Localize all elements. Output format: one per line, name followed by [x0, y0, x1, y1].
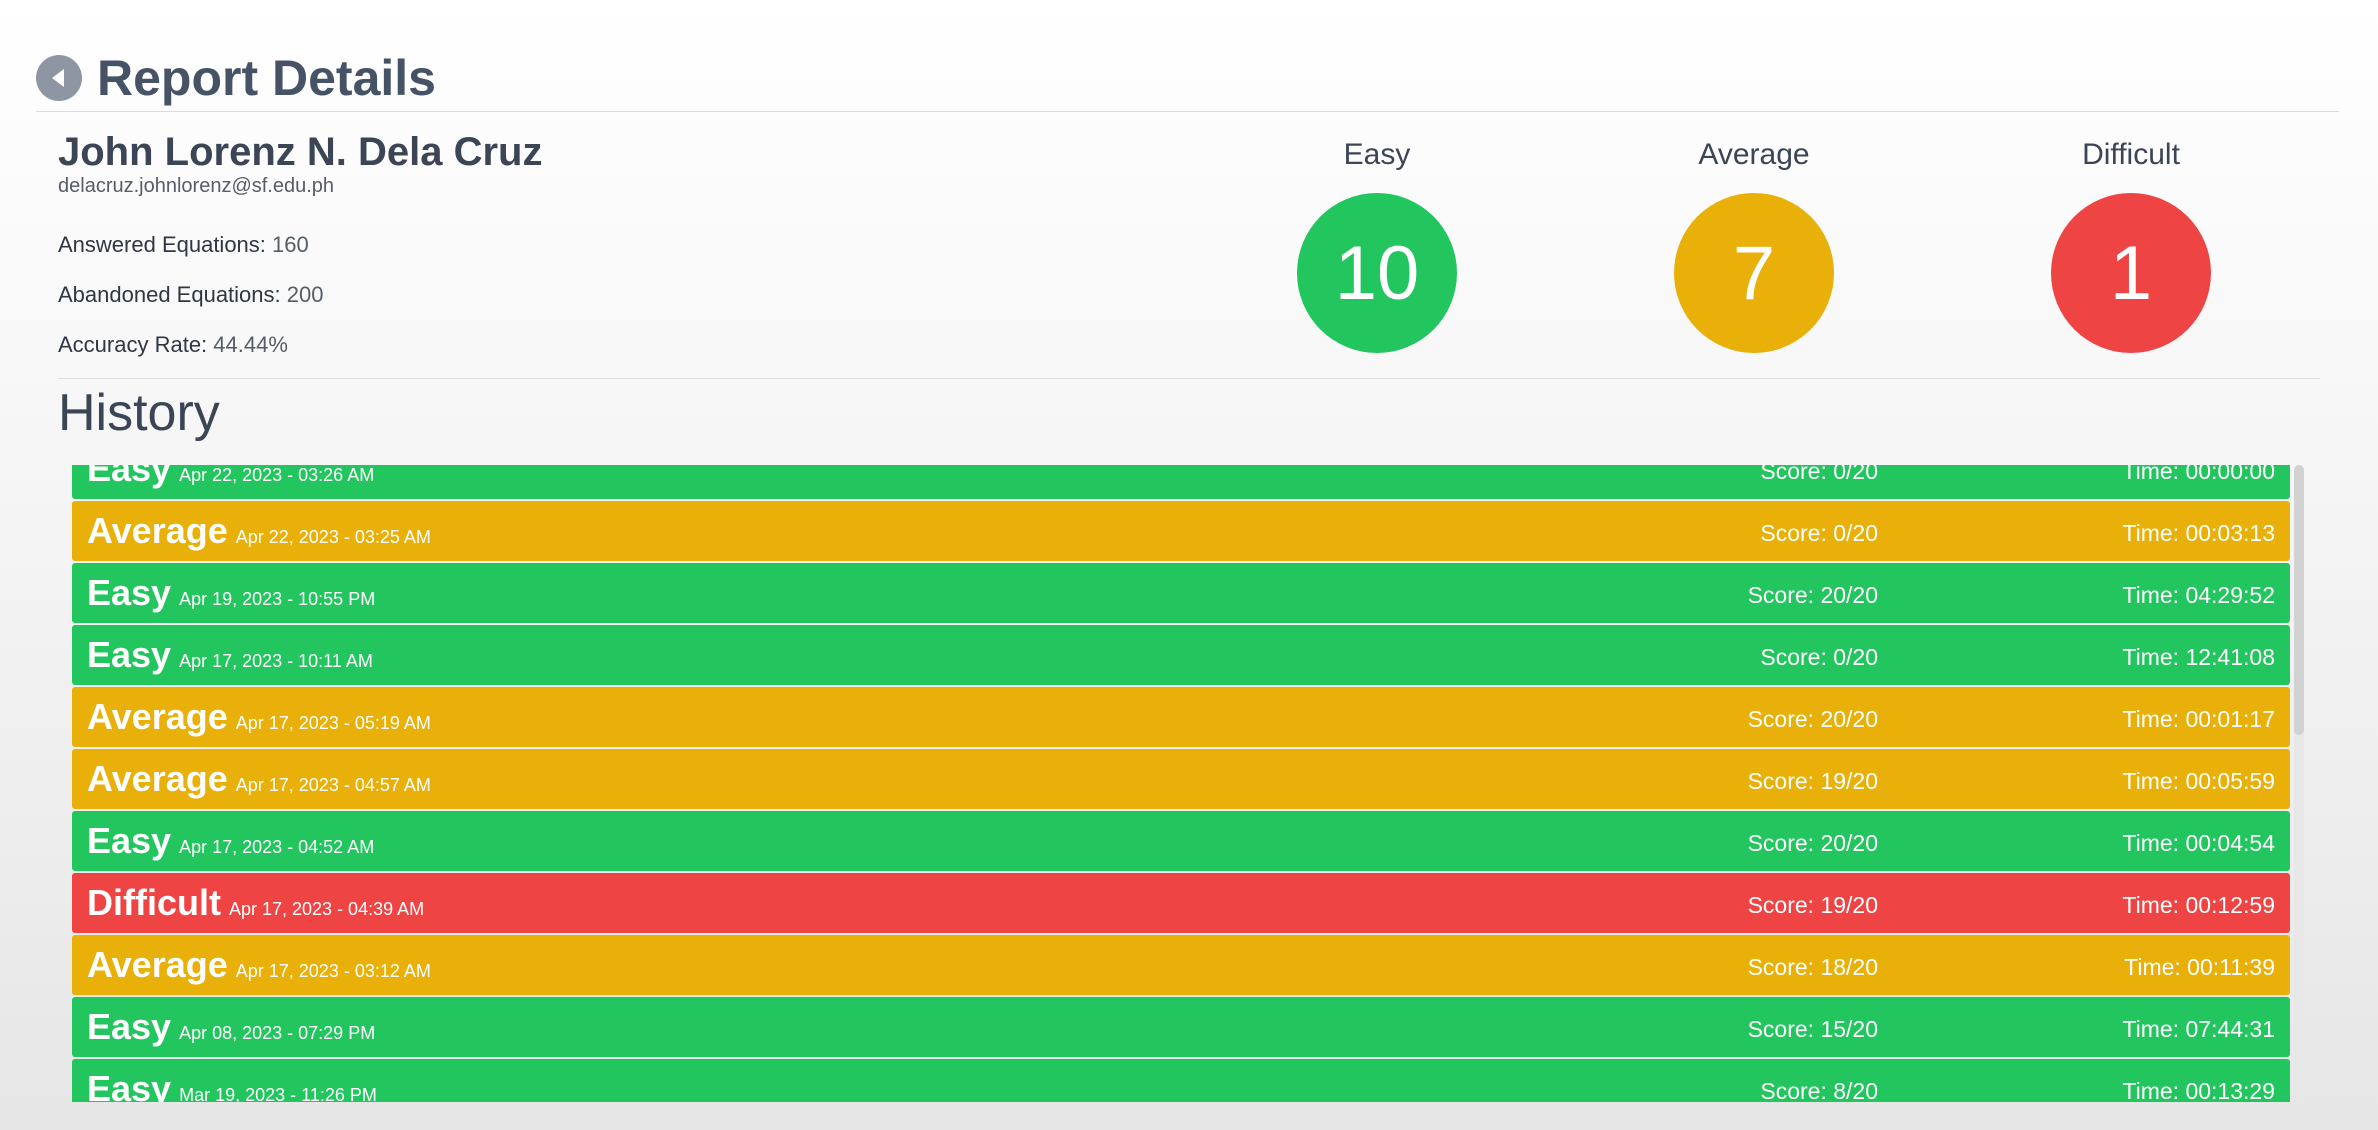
history-row-score: Score: 20/20: [1747, 706, 1878, 732]
stat-abandoned-equations: Abandoned Equations: 200: [58, 282, 323, 308]
history-row-time: Time: 00:05:59: [2122, 768, 2275, 794]
history-row-date: Apr 17, 2023 - 04:57 AM: [235, 775, 431, 795]
history-row[interactable]: Average Apr 17, 2023 - 04:57 AM Score: 19/…: [72, 749, 2290, 809]
history-row-time: Time: 00:01:17: [2122, 706, 2275, 732]
history-title: History: [58, 384, 220, 442]
history-row[interactable]: Easy Apr 19, 2023 - 10:55 PM Score: 20/20 T…: [72, 563, 2290, 623]
history-row-date: Apr 17, 2023 - 03:12 AM: [235, 961, 431, 981]
page-title: Report Details: [97, 50, 436, 106]
history-row-level: Average Apr 17, 2023 - 04:57 AM: [87, 757, 431, 807]
history-row-level: Easy Apr 22, 2023 - 03:26 AM: [87, 465, 374, 497]
history-list-container[interactable]: Easy Apr 22, 2023 - 03:26 AM Score: 0/20 Ti…: [72, 465, 2304, 1102]
history-row-level: Difficult Apr 17, 2023 - 04:39 AM: [87, 881, 424, 931]
stat-answered-equations: Answered Equations: 160: [58, 232, 309, 258]
history-row-level-label: Easy: [87, 1006, 172, 1047]
difficulty-label: Easy: [1343, 138, 1411, 171]
history-row-level: Easy Apr 19, 2023 - 10:55 PM: [87, 571, 375, 621]
history-row[interactable]: Average Apr 22, 2023 - 03:25 AM Score: 0/2…: [72, 501, 2290, 561]
difficulty-count-circle: 1: [2051, 193, 2211, 353]
difficulty-average: Average 7: [1634, 135, 1874, 353]
history-row-date: Apr 17, 2023 - 10:11 AM: [179, 651, 373, 671]
scrollbar-thumb[interactable]: [2294, 465, 2304, 735]
history-list: Easy Apr 22, 2023 - 03:26 AM Score: 0/20 Ti…: [72, 465, 2290, 1102]
history-row-score: Score: 15/20: [1747, 1016, 1878, 1042]
stat-accuracy-rate: Accuracy Rate: 44.44%: [58, 332, 288, 358]
history-row-level: Easy Apr 17, 2023 - 04:52 AM: [87, 819, 374, 869]
history-row-time: Time: 12:41:08: [2122, 644, 2275, 670]
history-row-score: Score: 0/20: [1760, 520, 1878, 546]
history-row[interactable]: Easy Apr 22, 2023 - 03:26 AM Score: 0/20 Ti…: [72, 465, 2290, 499]
stat-label: Accuracy Rate:: [58, 332, 208, 357]
history-row-date: Apr 22, 2023 - 03:25 AM: [235, 527, 431, 547]
stat-label: Answered Equations:: [58, 232, 266, 257]
history-row-time: Time: 00:03:13: [2122, 520, 2275, 546]
history-row-date: Apr 17, 2023 - 05:19 AM: [235, 713, 431, 733]
history-row-level-label: Average: [87, 696, 228, 737]
history-row-score: Score: 19/20: [1747, 892, 1878, 918]
history-row-level-label: Average: [87, 758, 228, 799]
history-row-time: Time: 00:00:00: [2122, 465, 2275, 484]
history-row-level-label: Difficult: [87, 882, 221, 923]
back-button[interactable]: [36, 55, 82, 101]
difficulty-label: Difficult: [2082, 138, 2180, 171]
student-profile: John Lorenz N. Dela Cruz delacruz.johnlo…: [58, 126, 543, 198]
history-row-score: Score: 20/20: [1747, 582, 1878, 608]
history-row-level-label: Easy: [87, 820, 172, 861]
difficulty-count-circle: 7: [1674, 193, 1834, 353]
history-row-score: Score: 8/20: [1760, 1078, 1878, 1102]
chevron-left-icon: [52, 69, 64, 87]
history-row-level-label: Easy: [87, 572, 172, 613]
history-row[interactable]: Easy Apr 08, 2023 - 07:29 PM Score: 15/20 T…: [72, 997, 2290, 1057]
history-row-score: Score: 19/20: [1747, 768, 1878, 794]
stat-value: 44.44%: [213, 332, 288, 357]
history-row-score: Score: 18/20: [1747, 954, 1878, 980]
history-divider: [58, 378, 2320, 379]
history-row-time: Time: 07:44:31: [2122, 1016, 2275, 1042]
history-row-date: Apr 19, 2023 - 10:55 PM: [179, 589, 376, 609]
history-row-date: Apr 17, 2023 - 04:39 AM: [228, 899, 425, 919]
history-row-level-label: Easy: [87, 465, 172, 489]
history-row-level: Average Apr 17, 2023 - 03:12 AM: [87, 943, 431, 993]
history-row-time: Time: 00:12:59: [2122, 892, 2275, 918]
history-row-time: Time: 04:29:52: [2122, 582, 2275, 608]
difficulty-easy: Easy 10: [1257, 135, 1497, 353]
history-row[interactable]: Average Apr 17, 2023 - 03:12 AM Score: 18/…: [72, 935, 2290, 995]
history-row-level: Easy Mar 19, 2023 - 11:26 PM: [87, 1067, 377, 1102]
history-row-level-label: Easy: [87, 1068, 172, 1102]
history-row-level-label: Average: [87, 944, 228, 985]
history-row-score: Score: 20/20: [1747, 830, 1878, 856]
history-row-time: Time: 00:04:54: [2122, 830, 2275, 856]
scrollbar-track[interactable]: [2294, 465, 2304, 1102]
history-row-level: Easy Apr 17, 2023 - 10:11 AM: [87, 633, 373, 683]
history-row[interactable]: Easy Mar 19, 2023 - 11:26 PM Score: 8/20 Ti…: [72, 1059, 2290, 1102]
history-row-level-label: Easy: [87, 634, 172, 675]
history-row[interactable]: Difficult Apr 17, 2023 - 04:39 AM Score: 1…: [72, 873, 2290, 933]
history-row-level: Average Apr 17, 2023 - 05:19 AM: [87, 695, 431, 745]
history-row-date: Apr 08, 2023 - 07:29 PM: [179, 1023, 376, 1043]
stat-label: Abandoned Equations:: [58, 282, 281, 307]
history-row-level: Easy Apr 08, 2023 - 07:29 PM: [87, 1005, 375, 1055]
history-row-date: Apr 22, 2023 - 03:26 AM: [179, 465, 375, 485]
history-row-time: Time: 00:13:29: [2122, 1078, 2275, 1102]
difficulty-difficult: Difficult 1: [2011, 135, 2251, 353]
difficulty-count-circle: 10: [1297, 193, 1457, 353]
history-row[interactable]: Average Apr 17, 2023 - 05:19 AM Score: 20/…: [72, 687, 2290, 747]
history-row-date: Apr 17, 2023 - 04:52 AM: [179, 837, 375, 857]
history-row-score: Score: 0/20: [1760, 465, 1878, 484]
header-divider: [36, 111, 2339, 112]
history-row-date: Mar 19, 2023 - 11:26 PM: [179, 1085, 377, 1102]
history-row[interactable]: Easy Apr 17, 2023 - 04:52 AM Score: 20/20 T…: [72, 811, 2290, 871]
difficulty-label: Average: [1698, 138, 1810, 171]
stat-value: 200: [286, 282, 324, 307]
history-row-level-label: Average: [87, 510, 228, 551]
history-row-level: Average Apr 22, 2023 - 03:25 AM: [87, 509, 431, 559]
page-header: Report Details: [36, 46, 436, 110]
student-name: John Lorenz N. Dela Cruz: [58, 130, 543, 174]
history-row-time: Time: 00:11:39: [2124, 954, 2275, 980]
history-row[interactable]: Easy Apr 17, 2023 - 10:11 AM Score: 0/20 Ti…: [72, 625, 2290, 685]
history-row-score: Score: 0/20: [1760, 644, 1878, 670]
stat-value: 160: [272, 232, 309, 257]
